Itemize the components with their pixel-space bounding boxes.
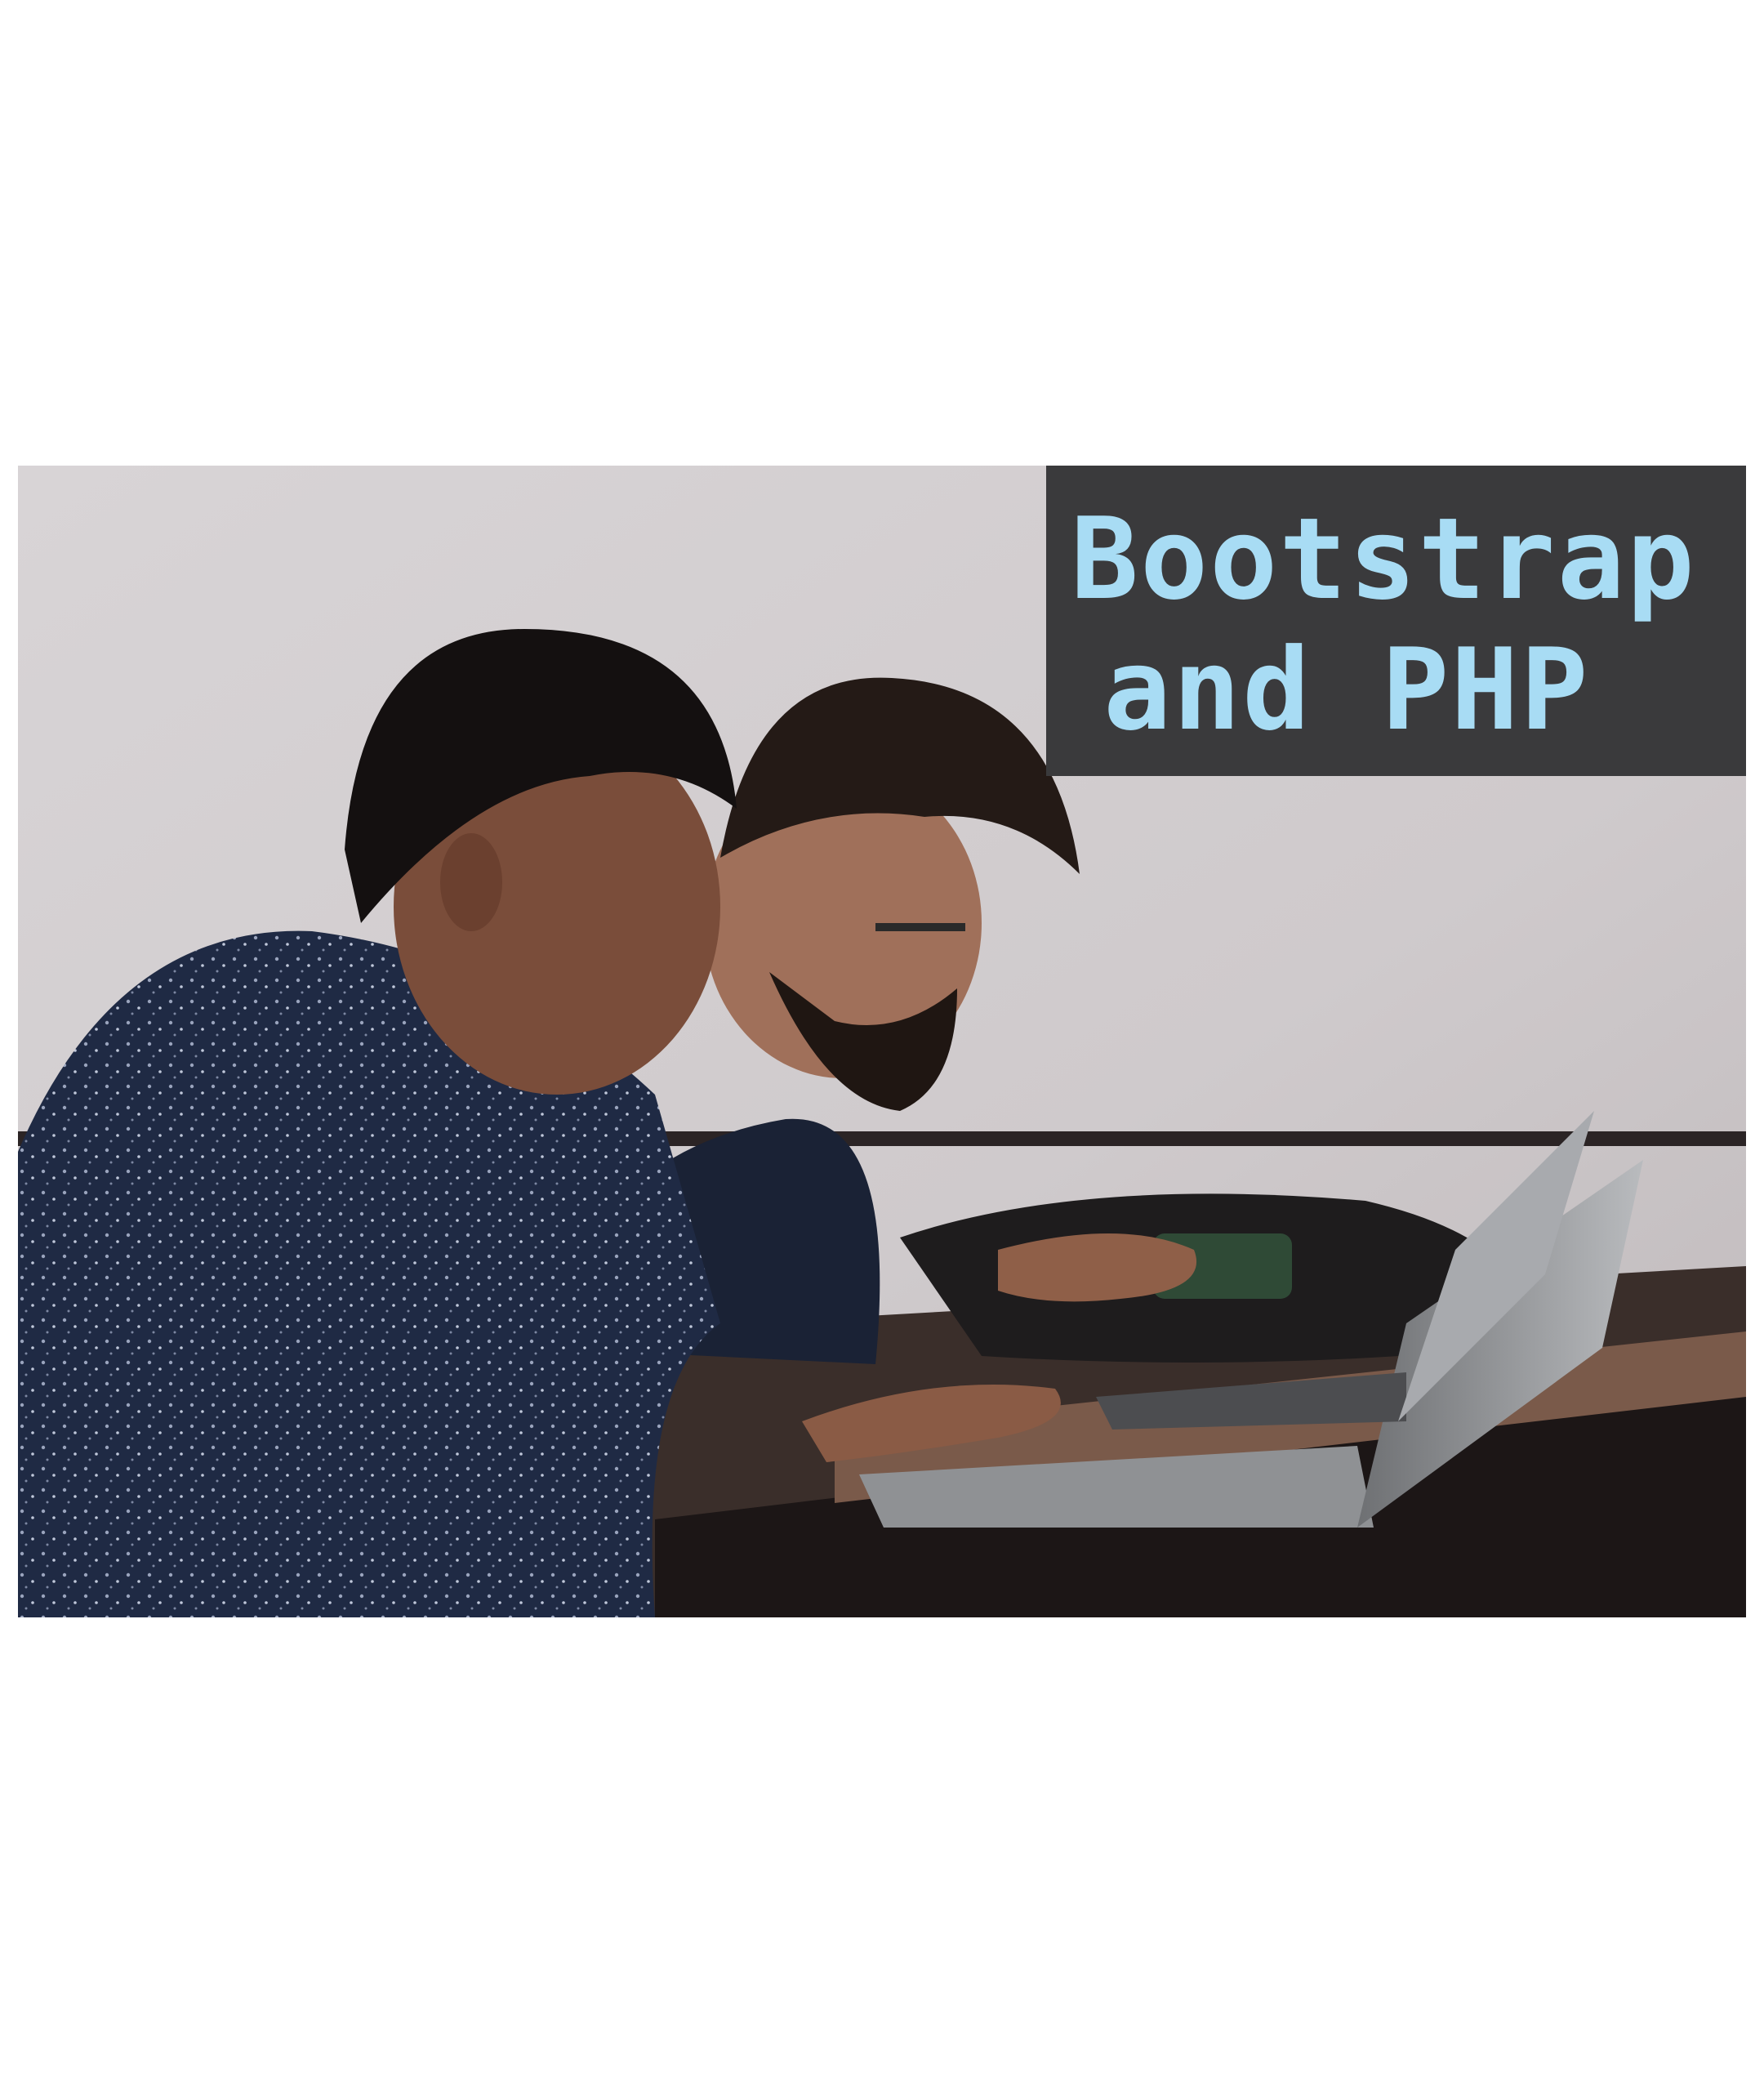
- title-line-2: and PHP: [1103, 624, 1590, 756]
- title-line-1: Bootstrap: [1071, 493, 1696, 625]
- front-person-ear: [440, 833, 502, 931]
- title-banner: Bootstrap and PHP: [1046, 466, 1746, 776]
- glasses: [875, 923, 965, 931]
